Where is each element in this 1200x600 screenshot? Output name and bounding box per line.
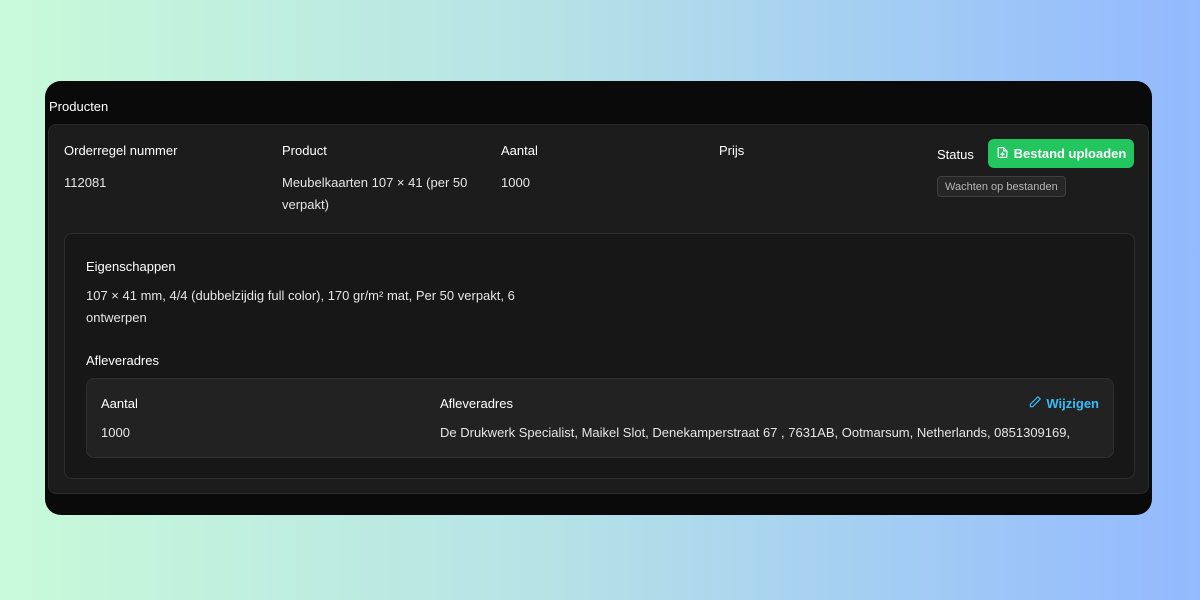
section-title: Producten (49, 99, 109, 114)
delivery-quantity-value: 1000 (101, 425, 130, 440)
delivery-address-value: De Drukwerk Specialist, Maikel Slot, Den… (440, 425, 1071, 440)
file-plus-icon (996, 146, 1009, 162)
properties-text: 107 × 41 mm, 4/4 (dubbelzijdig full colo… (86, 288, 515, 325)
upload-file-button[interactable]: Bestand uploaden (988, 139, 1134, 168)
details-panel: Eigenschappen 107 × 41 mm, 4/4 (dubbelzi… (64, 233, 1135, 479)
products-panel: Producten Orderregel nummer Product Aant… (45, 81, 1152, 515)
quantity-header: Aantal (501, 143, 538, 158)
pencil-icon (1028, 395, 1042, 412)
properties-title: Eigenschappen (86, 259, 176, 274)
upload-button-label: Bestand uploaden (1013, 146, 1127, 161)
status-header: Status (937, 147, 974, 162)
quantity-value: 1000 (501, 175, 530, 190)
delivery-address-box: Aantal Afleveradres Wijzigen 1000 De Dru… (86, 378, 1114, 458)
status-badge: Wachten op bestanden (937, 176, 1066, 197)
edit-link-label: Wijzigen (1046, 396, 1099, 411)
line-number-value: 112081 (64, 175, 107, 190)
delivery-quantity-header: Aantal (101, 396, 138, 411)
price-header: Prijs (719, 143, 745, 158)
edit-address-link[interactable]: Wijzigen (1028, 395, 1099, 412)
delivery-address-header: Afleveradres (440, 396, 513, 411)
delivery-title: Afleveradres (86, 353, 159, 368)
order-line-card: Orderregel nummer Product Aantal Prijs 1… (48, 124, 1149, 494)
product-header: Product (282, 143, 327, 158)
line-number-header: Orderregel nummer (64, 143, 178, 158)
product-value: Meubelkaarten 107 × 41 (per 50 verpakt) (282, 175, 468, 212)
